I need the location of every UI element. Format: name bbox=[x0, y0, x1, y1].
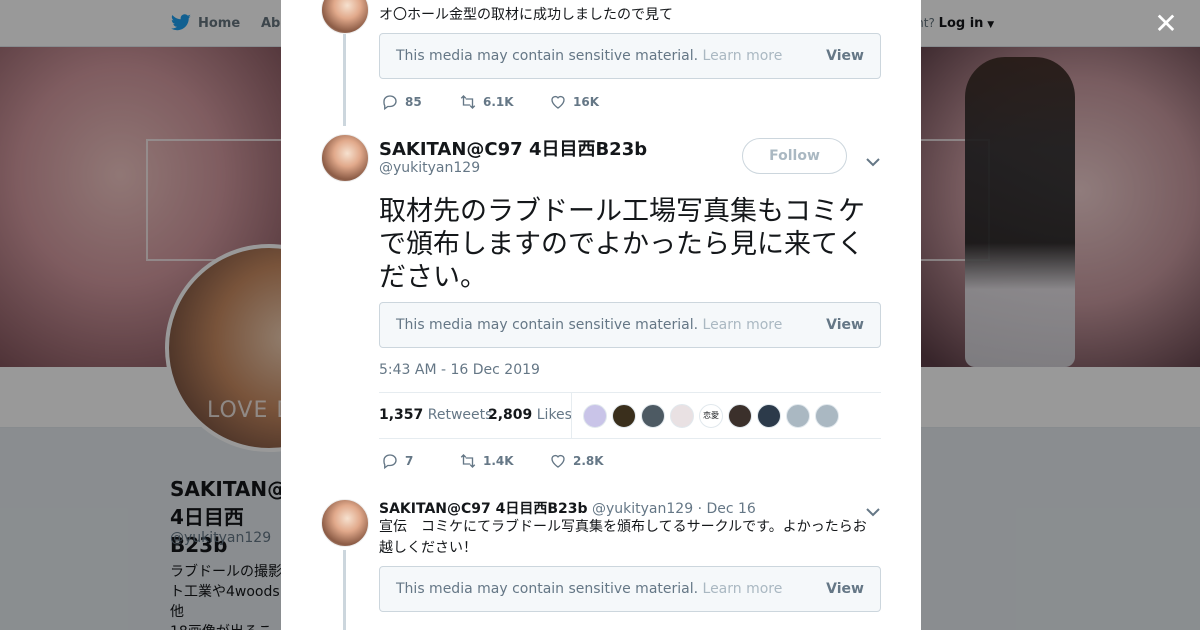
liker-avatars: 恋愛 bbox=[583, 404, 839, 428]
like-button[interactable]: 2.8K bbox=[549, 451, 627, 471]
liker-avatar[interactable] bbox=[757, 404, 781, 428]
tweet-timestamp[interactable]: 5:43 AM - 16 Dec 2019 bbox=[379, 362, 540, 378]
liker-avatar[interactable] bbox=[786, 404, 810, 428]
tweet-stats: 1,357 Retweets 2,809 Likes 恋愛 bbox=[379, 392, 881, 439]
like-button[interactable]: 16K bbox=[549, 92, 627, 112]
reply-date[interactable]: · Dec 16 bbox=[698, 501, 756, 517]
liker-avatar[interactable] bbox=[612, 404, 636, 428]
reply-header: SAKITAN@C97 4日目西B23b @yukityan129 · Dec … bbox=[379, 498, 756, 518]
tweet-text: オ〇ホール金型の取材に成功しましたので見て bbox=[379, 7, 673, 23]
sensitive-message: This media may contain sensitive materia… bbox=[396, 317, 699, 333]
likes-stat[interactable]: 2,809 Likes bbox=[488, 407, 572, 423]
liker-avatar[interactable] bbox=[641, 404, 665, 428]
retweet-icon bbox=[460, 95, 476, 109]
reply-count: 85 bbox=[405, 95, 422, 109]
likes-label: Likes bbox=[536, 407, 572, 423]
liker-avatar[interactable] bbox=[670, 404, 694, 428]
sensitive-media-notice: This media may contain sensitive materia… bbox=[379, 33, 881, 79]
learn-more-link[interactable]: Learn more bbox=[703, 48, 783, 64]
retweets-label: Retweets bbox=[427, 407, 493, 423]
heart-icon bbox=[551, 454, 565, 468]
avatar[interactable] bbox=[321, 499, 369, 547]
tweet-text-large: 取材先のラブドール工場写真集もコミケで頒布しますのでよかったら見に来てください。 bbox=[379, 196, 865, 293]
follow-button[interactable]: Follow bbox=[742, 138, 847, 174]
avatar[interactable] bbox=[321, 0, 369, 34]
learn-more-link[interactable]: Learn more bbox=[703, 317, 783, 333]
reply-count: 7 bbox=[405, 454, 414, 468]
sensitive-media-notice: This media may contain sensitive materia… bbox=[379, 302, 881, 348]
chevron-down-icon[interactable] bbox=[866, 152, 880, 167]
tweet-modal: オ〇ホール金型の取材に成功しましたので見て This media may con… bbox=[281, 0, 921, 630]
reply-text: 宣伝 コミケにてラブドール写真集を頒布してるサークルです。よかったらお越しくださ… bbox=[379, 519, 867, 556]
liker-avatar[interactable] bbox=[728, 404, 752, 428]
retweet-count: 1.4K bbox=[483, 454, 514, 468]
like-count: 16K bbox=[573, 95, 599, 109]
retweet-total: 1,357 bbox=[379, 407, 424, 423]
reply-author-name[interactable]: SAKITAN@C97 4日目西B23b bbox=[379, 501, 588, 517]
like-total: 2,809 bbox=[488, 407, 533, 423]
reply-button[interactable]: 85 bbox=[381, 92, 459, 112]
author-handle[interactable]: @yukityan129 bbox=[379, 160, 480, 176]
chevron-down-icon[interactable] bbox=[866, 502, 880, 517]
retweet-icon bbox=[460, 454, 476, 468]
sensitive-media-notice: This media may contain sensitive materia… bbox=[379, 566, 881, 612]
liker-avatar[interactable] bbox=[815, 404, 839, 428]
view-media-button[interactable]: View bbox=[826, 581, 864, 597]
like-count: 2.8K bbox=[573, 454, 604, 468]
retweet-count: 6.1K bbox=[483, 95, 514, 109]
view-media-button[interactable]: View bbox=[826, 317, 864, 333]
view-media-button[interactable]: View bbox=[826, 48, 864, 64]
liker-avatar[interactable] bbox=[583, 404, 607, 428]
thread-line bbox=[343, 550, 346, 630]
reply-icon bbox=[383, 454, 397, 470]
heart-icon bbox=[551, 95, 565, 109]
tweet-actions: 85 6.1K 16K bbox=[381, 92, 627, 112]
author-name[interactable]: SAKITAN@C97 4日目西B23b bbox=[379, 135, 647, 161]
retweets-stat[interactable]: 1,357 Retweets bbox=[379, 407, 492, 423]
retweet-button[interactable]: 1.4K bbox=[459, 451, 549, 471]
avatar[interactable] bbox=[321, 134, 369, 182]
close-icon[interactable]: ✕ bbox=[1152, 10, 1180, 38]
stats-divider bbox=[571, 393, 572, 439]
retweet-button[interactable]: 6.1K bbox=[459, 92, 549, 112]
reply-icon bbox=[383, 95, 397, 111]
learn-more-link[interactable]: Learn more bbox=[703, 581, 783, 597]
tweet-actions: 7 1.4K 2.8K bbox=[381, 451, 627, 471]
sensitive-message: This media may contain sensitive materia… bbox=[396, 581, 699, 597]
reply-button[interactable]: 7 bbox=[381, 451, 459, 471]
thread-line bbox=[343, 34, 346, 126]
reply-author-handle[interactable]: @yukityan129 bbox=[592, 501, 693, 517]
sensitive-message: This media may contain sensitive materia… bbox=[396, 48, 699, 64]
liker-avatar[interactable]: 恋愛 bbox=[699, 404, 723, 428]
